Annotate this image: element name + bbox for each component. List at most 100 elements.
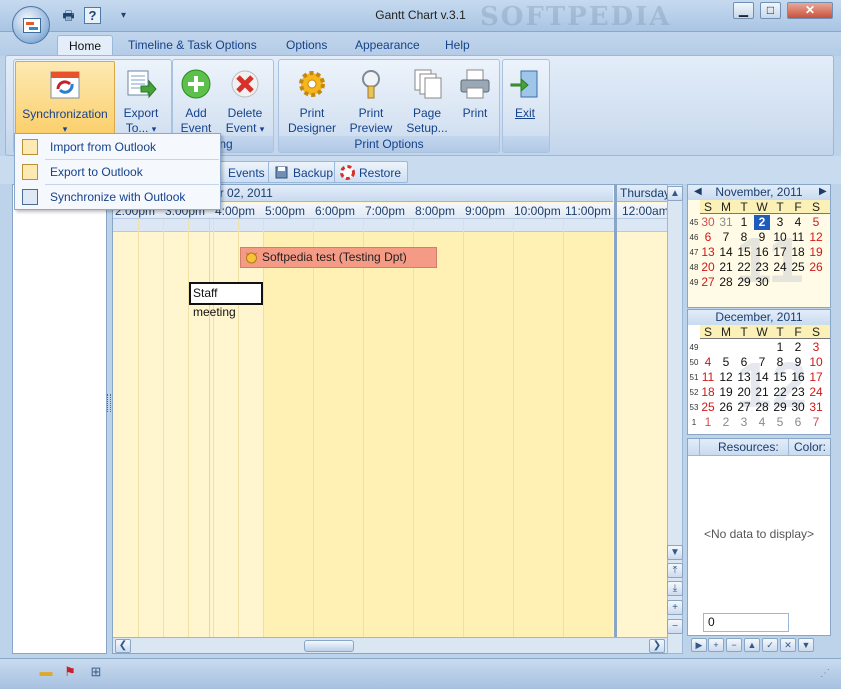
day-cell[interactable]: 31 [718, 215, 734, 230]
day-cell[interactable]: 21 [754, 385, 770, 400]
day-cell[interactable]: 5 [718, 355, 734, 370]
day-cell[interactable]: 28 [718, 275, 734, 290]
nav-up-icon[interactable]: ▲ [744, 638, 760, 652]
print-button[interactable]: Print [456, 61, 494, 121]
nav-next-icon[interactable]: ▶ [691, 638, 707, 652]
day-cell[interactable]: 5 [772, 415, 788, 430]
day-cell[interactable]: 18 [700, 385, 716, 400]
nav-remove-icon[interactable]: − [726, 638, 742, 652]
resources-column-header[interactable]: Resources: [718, 439, 779, 456]
day-cell[interactable]: 29 [736, 275, 752, 290]
day-cell[interactable]: 16 [754, 245, 770, 260]
zoom-out-icon[interactable]: − [667, 619, 683, 634]
nav-filter-icon[interactable]: ▼ [798, 638, 814, 652]
day-cell[interactable]: 1 [736, 215, 752, 230]
splitter-handle[interactable] [107, 394, 111, 412]
day-cell[interactable]: 26 [808, 260, 824, 275]
day-cell-selected[interactable]: 2 [754, 215, 770, 230]
day-cell[interactable]: 13 [736, 370, 752, 385]
day-cell[interactable]: 12 [718, 370, 734, 385]
page-setup-button[interactable]: Page Setup... [404, 61, 450, 136]
day-cell[interactable]: 29 [772, 400, 788, 415]
day-cell[interactable]: 27 [736, 400, 752, 415]
day-cell[interactable]: 27 [700, 275, 716, 290]
tab-timeline-task-options[interactable]: Timeline & Task Options [117, 35, 268, 56]
maximize-button[interactable]: □ [760, 2, 781, 19]
day-cell[interactable]: 1 [772, 340, 788, 355]
scroll-up-icon[interactable]: ▲ [667, 186, 683, 201]
day-cell[interactable]: 14 [754, 370, 770, 385]
day-cell[interactable]: 4 [700, 355, 716, 370]
day-cell[interactable]: 21 [718, 260, 734, 275]
scroll-bottom-icon[interactable]: ⤓ [667, 581, 683, 596]
export-to-button[interactable]: Export To... ▾ [117, 61, 165, 137]
day-cell[interactable]: 24 [808, 385, 824, 400]
scroll-right-button[interactable]: ❯ [649, 639, 665, 653]
day-cell[interactable]: 23 [790, 385, 806, 400]
scroll-down-icon[interactable]: ▼ [667, 545, 683, 560]
backup-button[interactable]: Backup [268, 161, 341, 183]
flag-icon[interactable]: ⚑ [62, 664, 78, 680]
day-cell[interactable]: 3 [808, 340, 824, 355]
export-to-outlook-item[interactable]: Export to Outlook [15, 160, 220, 184]
day-cell[interactable]: 19 [718, 385, 734, 400]
day-cell[interactable]: 24 [772, 260, 788, 275]
tab-home[interactable]: Home [57, 35, 114, 56]
day-cell[interactable]: 6 [736, 355, 752, 370]
day-cell[interactable]: 20 [700, 260, 716, 275]
exit-button[interactable]: Exit [507, 61, 543, 121]
nav-add-icon[interactable]: + [708, 638, 724, 652]
day-cell[interactable]: 17 [808, 370, 824, 385]
day-cell[interactable]: 10 [808, 355, 824, 370]
close-button[interactable]: ✕ [787, 2, 833, 19]
day-cell[interactable]: 3 [736, 415, 752, 430]
day-cell[interactable]: 30 [754, 275, 770, 290]
event-softpedia-test[interactable]: Softpedia test (Testing Dpt) [240, 247, 437, 268]
day-cell[interactable]: 11 [700, 370, 716, 385]
day-cell[interactable]: 6 [790, 415, 806, 430]
day-cell[interactable]: 6 [700, 230, 716, 245]
day-cell[interactable]: 15 [736, 245, 752, 260]
synchronize-with-outlook-item[interactable]: Synchronize with Outlook [15, 185, 220, 209]
pencil-icon[interactable]: ▬ [38, 664, 54, 680]
day-cell[interactable]: 22 [772, 385, 788, 400]
event-staff-meeting[interactable]: Staff meeting [189, 282, 263, 319]
day-cell[interactable]: 30 [790, 400, 806, 415]
day-cell[interactable]: 7 [718, 230, 734, 245]
day-cell[interactable]: 1 [700, 415, 716, 430]
day-cell[interactable]: 15 [772, 370, 788, 385]
day-cell[interactable]: 4 [754, 415, 770, 430]
day-cell[interactable]: 9 [790, 355, 806, 370]
day-cell[interactable]: 10 [772, 230, 788, 245]
day-cell[interactable]: 17 [772, 245, 788, 260]
next-month-icon[interactable]: ▶ [819, 185, 827, 199]
scroll-thumb[interactable] [304, 640, 354, 652]
record-position-field[interactable]: 0 [703, 613, 789, 632]
day-cell[interactable]: 9 [754, 230, 770, 245]
delete-event-button[interactable]: Delete Event ▾ [222, 61, 268, 137]
day-cell[interactable]: 2 [718, 415, 734, 430]
schedule-view[interactable]: er 02, 2011 Thursday 2:00pm 3:00pm 4:00p… [112, 184, 668, 654]
horizontal-scrollbar[interactable]: ❮ ❯ [113, 637, 667, 653]
tab-help[interactable]: Help [434, 35, 481, 56]
day-cell[interactable]: 25 [790, 260, 806, 275]
day-cell[interactable]: 12 [808, 230, 824, 245]
minimize-button[interactable]: ▁ [733, 2, 754, 19]
tab-appearance[interactable]: Appearance [344, 35, 431, 56]
print-designer-button[interactable]: Print Designer [284, 61, 340, 136]
day-cell[interactable]: 26 [718, 400, 734, 415]
import-from-outlook-item[interactable]: Import from Outlook [15, 135, 220, 159]
synchronization-button[interactable]: Synchronization ▾ [15, 61, 115, 137]
day-cell[interactable]: 14 [718, 245, 734, 260]
day-cell[interactable]: 18 [790, 245, 806, 260]
day-cell[interactable]: 11 [790, 230, 806, 245]
day-cell[interactable]: 7 [808, 415, 824, 430]
add-event-button[interactable]: Add Event [176, 61, 216, 136]
nav-save-icon[interactable]: ✓ [762, 638, 778, 652]
day-cell[interactable]: 22 [736, 260, 752, 275]
network-icon[interactable]: ⊞ [88, 664, 104, 680]
day-cell[interactable]: 25 [700, 400, 716, 415]
day-cell[interactable]: 7 [754, 355, 770, 370]
color-column-header[interactable]: Color: [788, 439, 826, 456]
tab-options[interactable]: Options [275, 35, 338, 56]
